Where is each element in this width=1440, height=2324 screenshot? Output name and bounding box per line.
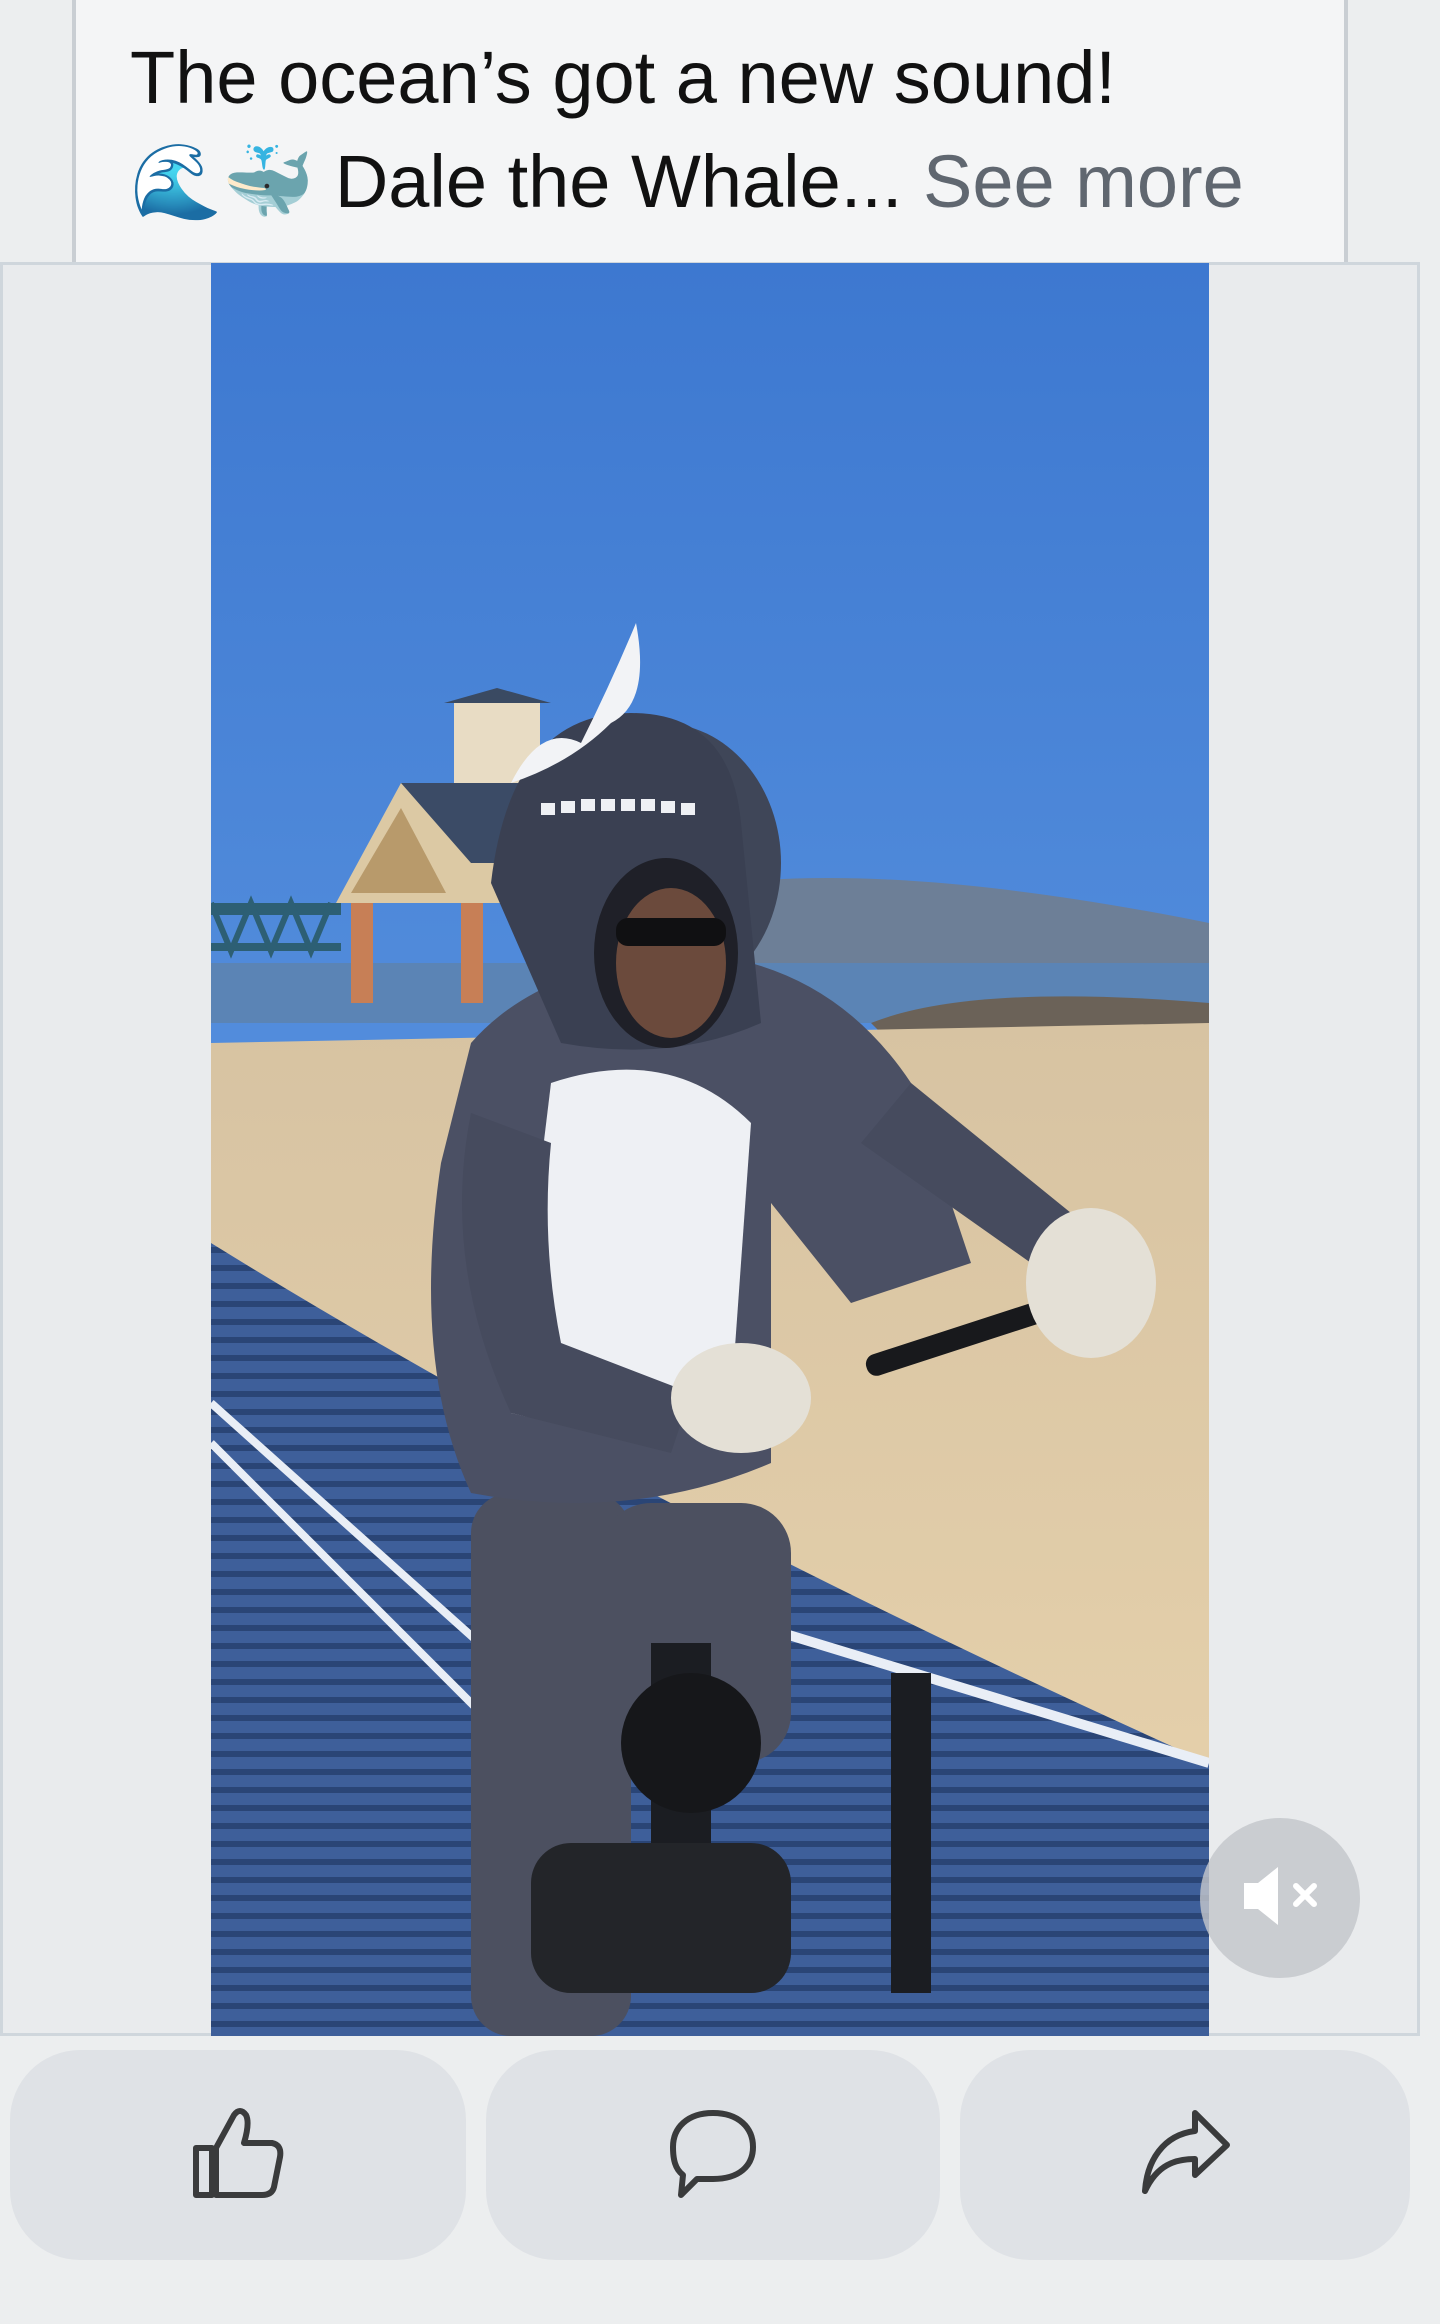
share-arrow-icon [1135,2103,1235,2208]
speech-bubble-icon [663,2103,763,2208]
post-caption: The ocean’s got a new sound! 🌊🐳 Dale the… [130,26,1330,234]
comment-button[interactable] [486,2050,940,2260]
speaker-muted-icon [1238,1861,1322,1936]
caption-line-2: 🌊🐳 Dale the Whale... See more [130,130,1330,234]
mute-toggle-button[interactable] [1200,1818,1360,1978]
share-button[interactable] [960,2050,1410,2260]
like-button[interactable] [10,2050,466,2260]
see-more-link[interactable]: See more [902,140,1244,223]
whale-emoji-icon: 🐳 [222,139,315,225]
caption-line-1: The ocean’s got a new sound! [130,36,1116,119]
post-caption-card: The ocean’s got a new sound! 🌊🐳 Dale the… [72,0,1348,262]
caption-truncated-text: Dale the Whale... [314,140,903,223]
wave-emoji-icon: 🌊 [130,139,223,225]
video-player[interactable] [211,263,1209,2036]
video-frame-image [211,263,1209,2036]
thumbs-up-icon [188,2103,288,2208]
post-action-bar [0,2036,1440,2324]
